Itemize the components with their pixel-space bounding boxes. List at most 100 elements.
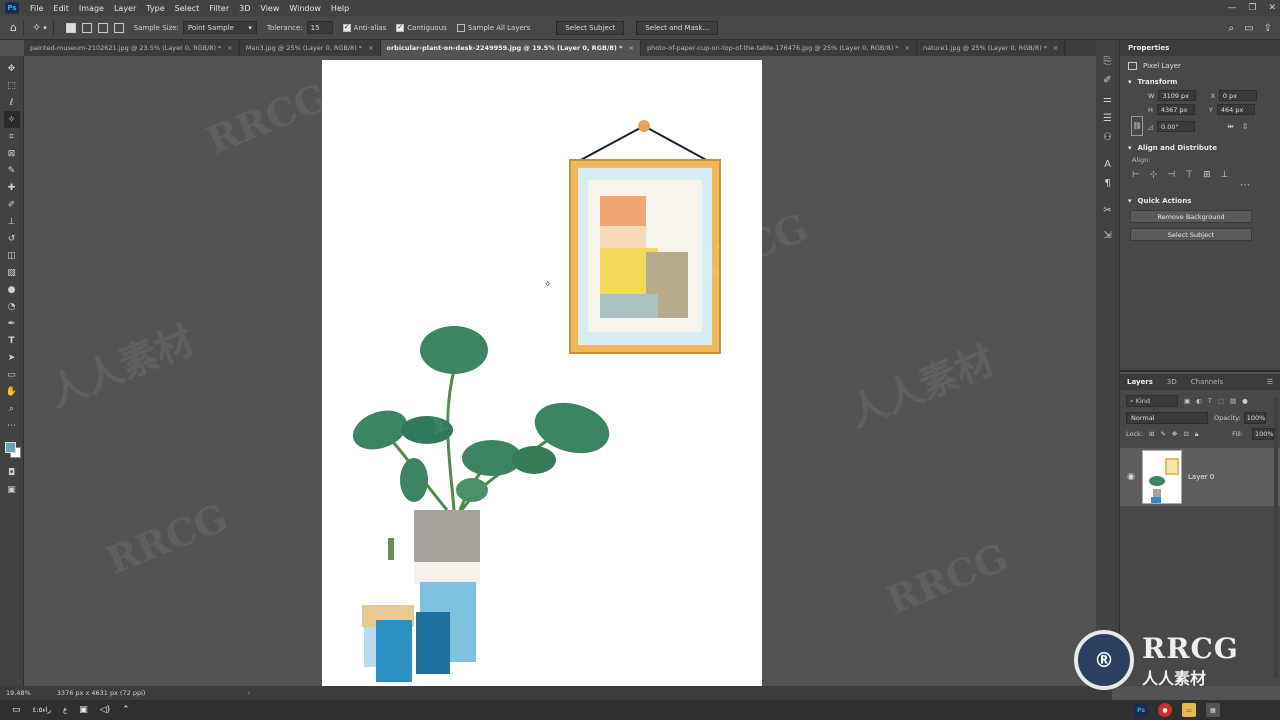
anti-alias-checkbox[interactable]: ✓: [342, 23, 351, 32]
flip-horizontal-icon[interactable]: ⇹: [1227, 122, 1234, 131]
eraser-tool-icon[interactable]: ◫: [4, 247, 20, 264]
menu-window[interactable]: Window: [284, 4, 326, 13]
more-tools-icon[interactable]: ⋯: [4, 417, 20, 434]
network-icon[interactable]: ▣: [79, 705, 88, 715]
angle-input[interactable]: 0.00°: [1157, 121, 1195, 132]
filter-kind-select[interactable]: ⌕ Kind: [1126, 395, 1178, 407]
export-icon[interactable]: ⇲: [1100, 226, 1116, 244]
eyedropper-tool-icon[interactable]: ✎: [4, 162, 20, 179]
tab-paper-cup[interactable]: photo-of-paper-cup-on-top-of-the-table-1…: [641, 40, 918, 56]
tab-layers[interactable]: Layers: [1120, 378, 1160, 386]
document-canvas[interactable]: [322, 60, 762, 686]
filter-shape-icon[interactable]: ⬚: [1218, 397, 1224, 405]
pen-tool-icon[interactable]: ✒: [4, 315, 20, 332]
fill-input[interactable]: 100%: [1252, 428, 1274, 440]
align-bottom-icon[interactable]: ⊥: [1221, 170, 1229, 180]
clone-stamp-icon[interactable]: ⊥: [4, 213, 20, 230]
lock-pixels-icon[interactable]: ⊞: [1149, 430, 1154, 438]
foreground-color-swatch[interactable]: [4, 442, 16, 453]
lock-paint-icon[interactable]: ✎: [1160, 430, 1165, 438]
layer-row[interactable]: ◉ Layer 0: [1120, 448, 1280, 506]
select-and-mask-button[interactable]: Select and Mask...: [636, 20, 719, 35]
subtract-selection-icon[interactable]: [97, 22, 108, 33]
lock-artboard-icon[interactable]: ⊡: [1183, 430, 1188, 438]
lock-position-icon[interactable]: ✥: [1172, 430, 1177, 438]
align-center-h-icon[interactable]: ⊹: [1150, 170, 1158, 180]
width-input[interactable]: 3109 px: [1158, 90, 1197, 101]
chevron-right-icon[interactable]: ›: [241, 689, 256, 697]
tab-orbicular-plant[interactable]: orbicular-plant-on-desk-2249959.jpg @ 19…: [380, 40, 641, 56]
canvas-area[interactable]: ✧ RRCG 人人素材 RRCG 人人素材 RRCG 人人素材 RRCG 人人素…: [24, 56, 1112, 686]
sample-size-select[interactable]: Point Sample ▾: [182, 21, 257, 34]
chevron-up-icon[interactable]: ⌃: [122, 705, 130, 715]
layer-name[interactable]: Layer 0: [1188, 473, 1214, 481]
dodge-tool-icon[interactable]: ◔: [4, 298, 20, 315]
color-swatches[interactable]: [3, 440, 21, 460]
path-select-icon[interactable]: ➤: [4, 349, 20, 366]
crop-tool-icon[interactable]: ⌗: [4, 128, 20, 145]
gradient-tool-icon[interactable]: ▧: [4, 264, 20, 281]
align-left-icon[interactable]: ⊢: [1132, 170, 1140, 180]
menu-select[interactable]: Select: [170, 4, 205, 13]
eye-icon[interactable]: ◉: [1120, 472, 1142, 482]
tab-man3[interactable]: Man3.jpg @ 25% (Layer 0, RGB/8) * ×: [240, 40, 381, 56]
search-icon[interactable]: ⌕: [1229, 23, 1235, 34]
tolerance-input[interactable]: 15: [306, 21, 333, 34]
filter-toggle-icon[interactable]: ●: [1242, 397, 1248, 405]
type-tool-icon[interactable]: T: [4, 332, 20, 349]
add-selection-icon[interactable]: [81, 22, 92, 33]
close-icon[interactable]: ×: [905, 44, 910, 52]
contiguous-checkbox[interactable]: ✓: [396, 23, 405, 32]
menu-3d[interactable]: 3D: [234, 4, 255, 13]
quick-mask-icon[interactable]: ◘: [4, 464, 20, 481]
filter-adjust-icon[interactable]: ◐: [1196, 397, 1202, 405]
menu-type[interactable]: Type: [141, 4, 169, 13]
close-icon[interactable]: ×: [227, 44, 232, 52]
align-header[interactable]: ▾ Align and Distribute: [1128, 144, 1272, 152]
minimize-button[interactable]: —: [1227, 3, 1236, 13]
chevron-down-icon[interactable]: ▾: [43, 24, 47, 32]
zoom-tool-icon[interactable]: ⌕: [4, 400, 20, 417]
character-icon[interactable]: A: [1100, 155, 1116, 173]
select-subject-button[interactable]: Select Subject: [556, 20, 625, 35]
blend-mode-select[interactable]: Normal: [1126, 412, 1208, 424]
align-middle-icon[interactable]: ⊞: [1203, 170, 1211, 180]
close-icon[interactable]: ×: [368, 44, 373, 52]
marquee-tool-icon[interactable]: ⬚: [4, 77, 20, 94]
tab-nature1[interactable]: nature1.jpg @ 25% (Layer 0, RGB/8) * ×: [917, 40, 1066, 56]
transform-header[interactable]: ▾ Transform: [1128, 78, 1272, 86]
select-subject-panel-button[interactable]: Select Subject: [1130, 228, 1252, 241]
quick-actions-header[interactable]: ▾ Quick Actions: [1128, 197, 1272, 205]
magic-wand-tool-icon[interactable]: ✧: [3, 111, 20, 128]
sample-all-layers-checkbox[interactable]: [456, 23, 465, 32]
filter-type-icon[interactable]: T: [1208, 397, 1212, 405]
tools-icon[interactable]: ✂: [1100, 201, 1116, 219]
menu-filter[interactable]: Filter: [204, 4, 234, 13]
flip-vertical-icon[interactable]: ⇳: [1242, 122, 1249, 131]
remove-background-button[interactable]: Remove Background: [1130, 210, 1252, 223]
photoshop-taskbar-icon[interactable]: Ps: [1134, 703, 1148, 717]
layers-scrollbar[interactable]: [1274, 398, 1278, 678]
magic-wand-icon[interactable]: ✧: [32, 21, 41, 34]
home-icon[interactable]: ⌂: [10, 21, 17, 34]
app-taskbar-icon[interactable]: ▤: [1206, 703, 1220, 717]
maximize-button[interactable]: ❐: [1248, 3, 1256, 13]
height-input[interactable]: 4367 px: [1156, 104, 1195, 115]
adjustments-icon[interactable]: ⚌: [1100, 90, 1116, 108]
properties-tab[interactable]: Properties: [1120, 40, 1280, 56]
brush-tool-icon[interactable]: ✐: [4, 196, 20, 213]
close-window-button[interactable]: ✕: [1268, 3, 1276, 13]
close-icon[interactable]: ×: [1053, 44, 1058, 52]
notification-icon[interactable]: ▭: [12, 705, 21, 715]
link-icon[interactable]: ⛓: [1131, 116, 1143, 136]
align-top-icon[interactable]: ⊤: [1185, 170, 1193, 180]
paragraph-icon[interactable]: ¶: [1100, 174, 1116, 192]
libraries-icon[interactable]: ⚇: [1100, 128, 1116, 146]
tab-3d[interactable]: 3D: [1160, 378, 1184, 386]
hand-tool-icon[interactable]: ✋: [4, 383, 20, 400]
menu-edit[interactable]: Edit: [48, 4, 74, 13]
tab-channels[interactable]: Channels: [1184, 378, 1230, 386]
align-right-icon[interactable]: ⊣: [1167, 170, 1175, 180]
menu-help[interactable]: Help: [326, 4, 354, 13]
blur-tool-icon[interactable]: ●: [4, 281, 20, 298]
